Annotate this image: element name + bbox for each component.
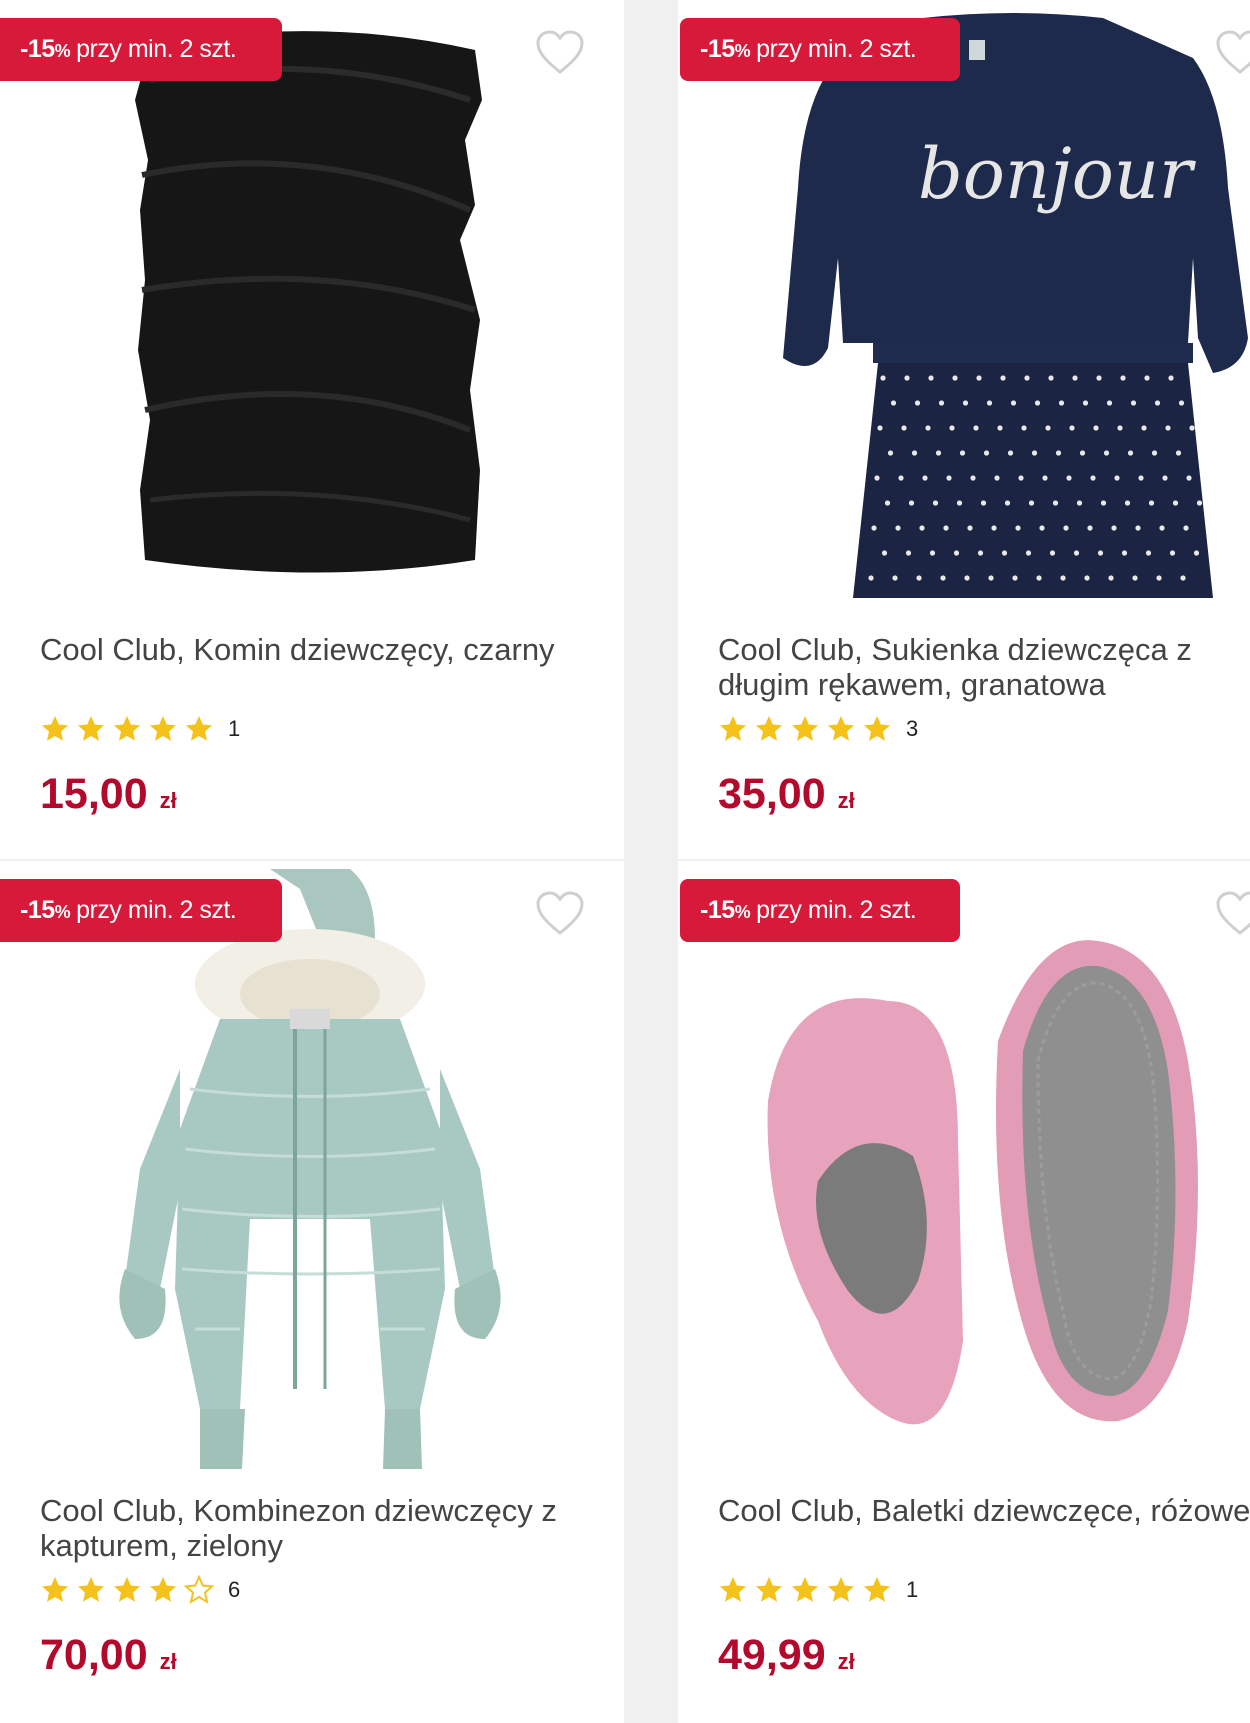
product-image[interactable]: [100, 869, 520, 1479]
product-title[interactable]: Cool Club, Baletki dziewczęce, różowe: [718, 1493, 1250, 1528]
product-title[interactable]: Cool Club, Komin dziewczęcy, czarny: [40, 632, 600, 667]
rating: 6: [40, 1575, 240, 1605]
badge-percent: -15: [20, 35, 55, 63]
rating-stars: [40, 1575, 220, 1605]
star-icon: [792, 716, 818, 741]
badge-percent-sign: %: [54, 41, 71, 61]
product-image[interactable]: [748, 921, 1248, 1491]
rating: 3: [718, 714, 918, 744]
star-icon: [756, 1577, 782, 1602]
badge-percent-sign: %: [734, 902, 751, 922]
sweater-print: bonjour: [918, 133, 1196, 215]
star-icon: [150, 1577, 176, 1602]
star-icon: [864, 716, 890, 741]
star-icon: [756, 716, 782, 741]
promo-badge: -15% przy min. 2 szt.: [0, 879, 282, 942]
star-icon: [114, 716, 140, 741]
star-icon: [186, 716, 212, 741]
rating-stars: [718, 714, 898, 744]
promo-badge: -15% przy min. 2 szt.: [680, 18, 960, 81]
price-currency: zł: [159, 1649, 177, 1674]
heart-outline-icon[interactable]: [535, 30, 585, 76]
heart-outline-icon[interactable]: [535, 891, 585, 937]
badge-text: przy min. 2 szt.: [76, 35, 237, 63]
star-icon: [720, 716, 746, 741]
badge-percent-sign: %: [54, 902, 71, 922]
price: 49,99 zł: [718, 1631, 855, 1680]
star-icon: [828, 1577, 854, 1602]
star-icon: [78, 1577, 104, 1602]
star-icon: [42, 716, 68, 741]
rating-stars: [40, 714, 220, 744]
rating-count: 3: [906, 716, 919, 741]
heart-outline-icon[interactable]: [1215, 30, 1250, 76]
product-card[interactable]: -15% przy min. 2 szt. Cool Club, Komin d…: [0, 0, 624, 859]
rating-count: 1: [228, 716, 241, 741]
price: 35,00 zł: [718, 770, 855, 819]
promo-badge: -15% przy min. 2 szt.: [0, 18, 282, 81]
badge-percent: -15: [700, 896, 735, 924]
rating-stars: [718, 1575, 898, 1605]
rating: 1: [40, 714, 240, 744]
product-card[interactable]: -15% przy min. 2 szt. Cool Club, Kombine…: [0, 861, 624, 1723]
badge-text: przy min. 2 szt.: [756, 896, 917, 924]
product-title[interactable]: Cool Club, Kombinezon dziewczęcy z kaptu…: [40, 1493, 600, 1563]
badge-percent-sign: %: [734, 41, 751, 61]
price: 15,00 zł: [40, 770, 177, 819]
product-card[interactable]: -15% przy min. 2 szt. Cool Club, Baletki…: [678, 861, 1250, 1723]
price-currency: zł: [159, 788, 177, 813]
price-value: 70,00: [40, 1631, 148, 1679]
badge-text: przy min. 2 szt.: [76, 896, 237, 924]
star-icon: [150, 716, 176, 741]
price-value: 15,00: [40, 770, 148, 818]
badge-percent: -15: [20, 896, 55, 924]
star-icon: [828, 716, 854, 741]
product-title[interactable]: Cool Club, Sukienka dziewczęca z długim …: [718, 632, 1250, 702]
heart-outline-icon[interactable]: [1215, 891, 1250, 937]
price-value: 49,99: [718, 1631, 826, 1679]
star-icon: [78, 716, 104, 741]
price-currency: zł: [837, 1649, 855, 1674]
product-image[interactable]: bonjour: [723, 8, 1250, 608]
price-currency: zł: [837, 788, 855, 813]
rating-count: 6: [228, 1577, 241, 1602]
product-image[interactable]: [120, 20, 500, 590]
star-icon: [792, 1577, 818, 1602]
price: 70,00 zł: [40, 1631, 177, 1680]
rating-count: 1: [906, 1577, 919, 1602]
badge-percent: -15: [700, 35, 735, 63]
rating: 1: [718, 1575, 918, 1605]
star-icon: [42, 1577, 68, 1602]
promo-badge: -15% przy min. 2 szt.: [680, 879, 960, 942]
price-value: 35,00: [718, 770, 826, 818]
star-icon: [114, 1577, 140, 1602]
badge-text: przy min. 2 szt.: [756, 35, 917, 63]
star-icon: [720, 1577, 746, 1602]
star-outline-icon: [184, 1575, 214, 1604]
product-card[interactable]: bonjour -15% przy min. 2 szt. Cool Club,…: [678, 0, 1250, 859]
star-icon: [864, 1577, 890, 1602]
